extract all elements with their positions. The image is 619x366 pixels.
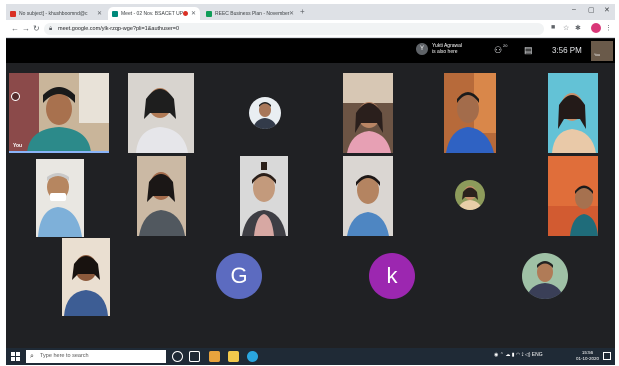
people-icon[interactable]: ⚇ xyxy=(494,45,502,56)
profile-avatar[interactable] xyxy=(591,23,601,33)
tab-gmail[interactable]: No subject] - khushboomnd@c ✕ xyxy=(6,7,106,20)
participant-video xyxy=(343,73,393,153)
video-tile[interactable] xyxy=(62,238,110,316)
gmail-icon xyxy=(10,10,16,17)
close-tab-icon[interactable]: ✕ xyxy=(289,10,294,17)
taskbar-date: 01-10-2020 xyxy=(576,356,600,361)
language-indicator: ENG xyxy=(531,352,543,358)
video-tile[interactable] xyxy=(548,73,598,153)
video-tile[interactable] xyxy=(444,73,496,153)
participant-video xyxy=(9,73,109,153)
participant-video xyxy=(62,238,110,316)
notice-avatar: Y xyxy=(416,43,428,55)
browser-tab-strip: No subject] - khushboomnd@c ✕ Meet - 02 … xyxy=(6,4,615,20)
chrome-taskbar-icon[interactable] xyxy=(209,351,220,362)
search-placeholder: Type here to search xyxy=(40,353,89,359)
tab-meet[interactable]: Meet - 02 Nov. BSACET UP ✕ xyxy=(108,7,200,20)
back-icon[interactable]: ← xyxy=(11,24,19,33)
close-tab-icon[interactable]: ✕ xyxy=(97,10,102,17)
participant-video xyxy=(240,156,288,236)
search-icon: ⌕ xyxy=(30,353,34,360)
taskbar-search-input[interactable]: ⌕ Type here to search xyxy=(26,350,166,363)
new-tab-button[interactable]: + xyxy=(300,7,305,16)
participant-video xyxy=(36,159,84,237)
camera-in-use-icon[interactable]: ■ xyxy=(551,24,555,31)
url-text: meet.google.com/ylk-rzqp-wge?pli=1&authu… xyxy=(58,26,180,32)
menu-icon[interactable]: ⋮ xyxy=(605,24,612,32)
extensions-icon[interactable]: ✱ xyxy=(575,24,581,32)
bookmark-star-icon[interactable]: ☆ xyxy=(563,24,569,32)
taskbar-clock[interactable]: 15:56 01-10-2020 xyxy=(576,350,599,362)
participant-video xyxy=(548,73,598,153)
participant-video xyxy=(548,156,598,236)
video-tile[interactable] xyxy=(548,156,598,236)
participant-video xyxy=(444,73,496,153)
speaking-indicator xyxy=(9,151,109,153)
people-count: 20 xyxy=(503,43,508,48)
tab-label: No subject] - khushboomnd@c xyxy=(19,10,88,17)
participant-video xyxy=(343,156,393,236)
video-tile[interactable] xyxy=(343,156,393,236)
tab-sheets[interactable]: REEC Business Plan - November ✕ xyxy=(202,7,298,20)
you-label: You xyxy=(13,143,23,149)
participant-video xyxy=(128,73,194,153)
participant-video xyxy=(137,156,186,236)
pin-icon[interactable] xyxy=(11,92,20,101)
tab-label: Meet - 02 Nov. BSACET UP xyxy=(121,10,184,17)
meet-top-bar: Y Yukti Agrawal is also here ⚇ 20 ▤ 3:56… xyxy=(6,39,615,63)
tab-label: REEC Business Plan - November xyxy=(215,10,290,17)
video-tile[interactable] xyxy=(128,73,194,153)
cortana-icon[interactable] xyxy=(172,351,183,362)
screen: No subject] - khushboomnd@c ✕ Meet - 02 … xyxy=(6,4,615,365)
reload-icon[interactable]: ↻ xyxy=(33,24,40,33)
close-tab-icon[interactable]: ✕ xyxy=(191,10,196,17)
minimize-button[interactable]: – xyxy=(572,6,576,13)
chat-icon[interactable]: ▤ xyxy=(524,45,533,56)
windows-taskbar: ⌕ Type here to search ◉ ⌃ ☁ ▮ ◠ ⟟ ◁) ENG… xyxy=(6,348,615,365)
participant-avatar xyxy=(249,97,281,129)
self-preview-label: You xyxy=(594,53,600,57)
lock-icon: 🔒︎ xyxy=(49,26,53,32)
notice-message: is also here xyxy=(432,49,458,55)
edge-icon[interactable] xyxy=(247,351,258,362)
notification-icon[interactable] xyxy=(603,352,611,360)
windows-start-icon[interactable] xyxy=(11,352,20,361)
file-explorer-icon[interactable] xyxy=(228,351,239,362)
video-tile[interactable] xyxy=(36,159,84,237)
video-tile[interactable] xyxy=(137,156,186,236)
participant-avatar xyxy=(455,180,485,210)
meeting-time: 3:56 PM xyxy=(552,46,582,55)
sheets-icon xyxy=(206,10,212,17)
video-tile-you[interactable]: You xyxy=(9,73,109,153)
participant-avatar xyxy=(522,253,568,299)
participant-initial-avatar: k xyxy=(369,253,415,299)
forward-icon[interactable]: → xyxy=(22,24,30,33)
maximize-button[interactable]: ▢ xyxy=(588,6,595,14)
task-view-icon[interactable] xyxy=(189,351,200,362)
close-window-button[interactable]: ✕ xyxy=(604,6,610,14)
recording-indicator-icon xyxy=(183,11,188,16)
address-bar[interactable]: 🔒︎ meet.google.com/ylk-rzqp-wge?pli=1&au… xyxy=(44,23,544,35)
browser-toolbar: ← → ↻ 🔒︎ meet.google.com/ylk-rzqp-wge?pl… xyxy=(6,20,615,38)
join-notice: Y Yukti Agrawal is also here xyxy=(416,43,472,55)
system-tray[interactable]: ◉ ⌃ ☁ ▮ ◠ ⟟ ◁) ENG xyxy=(494,352,543,358)
video-tile[interactable] xyxy=(343,73,393,153)
video-tile[interactable] xyxy=(240,156,288,236)
meet-area: Y Yukti Agrawal is also here ⚇ 20 ▤ 3:56… xyxy=(6,39,615,348)
participant-initial-avatar: G xyxy=(216,253,262,299)
self-preview xyxy=(591,41,613,61)
meet-icon xyxy=(112,10,118,17)
